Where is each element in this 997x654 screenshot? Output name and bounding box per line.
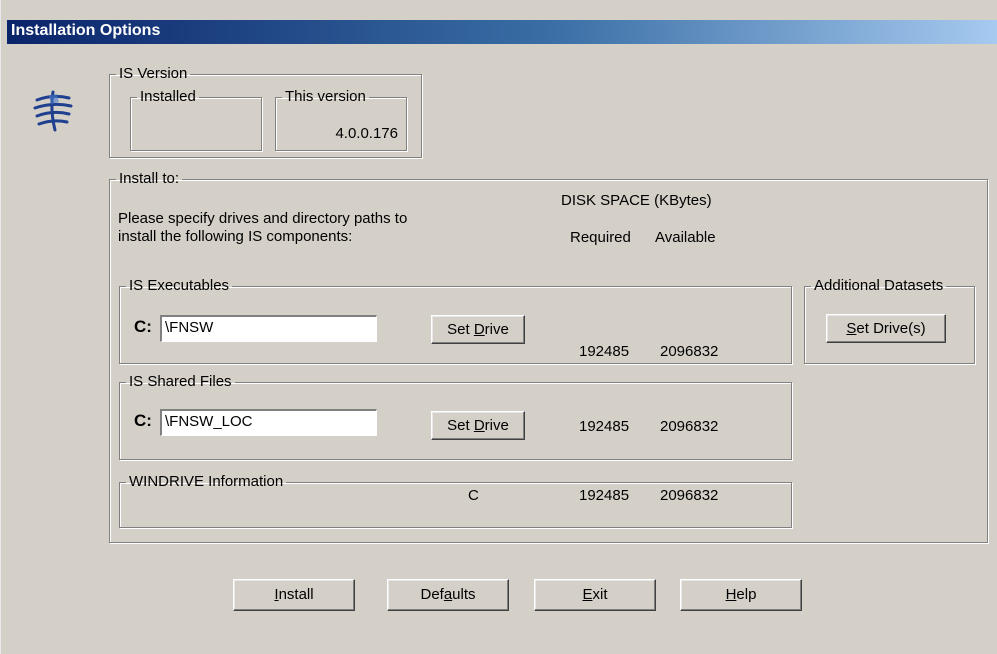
windrive-info-label: WINDRIVE Information (129, 473, 284, 490)
this-version-label: This version (285, 88, 366, 105)
shared-files-set-drive-pre: Set (447, 417, 474, 434)
windrive-required: 192485 (579, 487, 630, 504)
instructions-line-1: Please specify drives and directory path… (118, 210, 408, 227)
shared-files-set-drive-post: rive (484, 417, 509, 434)
executables-path-input[interactable]: \FNSW (160, 315, 377, 342)
windrive-available: 2096832 (660, 487, 719, 504)
shared-files-set-drive-button[interactable]: Set Drive (431, 411, 525, 440)
filenet-logo-icon (33, 90, 73, 132)
executables-set-drive-pre: Set (447, 321, 474, 338)
install-button[interactable]: Install (233, 579, 355, 611)
executables-set-drive-key: D (473, 321, 485, 338)
executables-set-drive-button[interactable]: Set Drive (431, 315, 525, 344)
help-key: H (725, 586, 737, 603)
is-version-label: IS Version (119, 65, 188, 82)
defaults-key: a (443, 586, 453, 603)
exit-button[interactable]: Exit (534, 579, 656, 611)
windrive-drive: C (468, 487, 479, 504)
set-drives-button[interactable]: Set Drive(s) (826, 314, 946, 343)
shared-files-required: 192485 (579, 418, 630, 435)
exit-post: xit (592, 586, 608, 603)
instructions-line-2: install the following IS components: (118, 228, 353, 245)
shared-files-drive-label: C: (134, 411, 152, 430)
shared-files-set-drive-key: D (473, 417, 485, 434)
is-shared-files-label: IS Shared Files (129, 373, 232, 390)
available-header: Available (655, 229, 716, 246)
help-post: elp (736, 586, 757, 603)
executables-required: 192485 (579, 343, 630, 360)
installed-version-box: Installed (130, 89, 262, 151)
install-post: nstall (278, 586, 314, 603)
this-version-box: This version 4.0.0.176 (275, 89, 407, 151)
executables-drive-label: C: (134, 317, 152, 336)
this-version-value: 4.0.0.176 (335, 125, 398, 142)
executables-set-drive-post: rive (484, 321, 509, 338)
defaults-post: ults (452, 586, 476, 603)
set-drives-key: S (846, 320, 857, 337)
installed-label: Installed (140, 88, 196, 105)
shared-files-path-input[interactable]: \FNSW_LOC (160, 409, 377, 436)
set-drives-post: et Drive(s) (856, 320, 926, 337)
help-button[interactable]: Help (680, 579, 802, 611)
dialog-client-area: IS Version Installed This version 4.0.0.… (7, 44, 997, 654)
is-executables-label: IS Executables (129, 277, 230, 294)
exit-key: E (582, 586, 593, 603)
required-header: Required (570, 229, 631, 246)
executables-available: 2096832 (660, 343, 719, 360)
disk-space-header: DISK SPACE (KBytes) (561, 192, 712, 209)
install-to-label: Install to: (119, 170, 180, 187)
installation-options-window: Installation Options IS Version Installe… (0, 0, 997, 654)
defaults-pre: Def (420, 586, 444, 603)
defaults-button[interactable]: Defaults (387, 579, 509, 611)
additional-datasets-label: Additional Datasets (814, 277, 944, 294)
shared-files-available: 2096832 (660, 418, 719, 435)
window-title: Installation Options (7, 20, 997, 44)
